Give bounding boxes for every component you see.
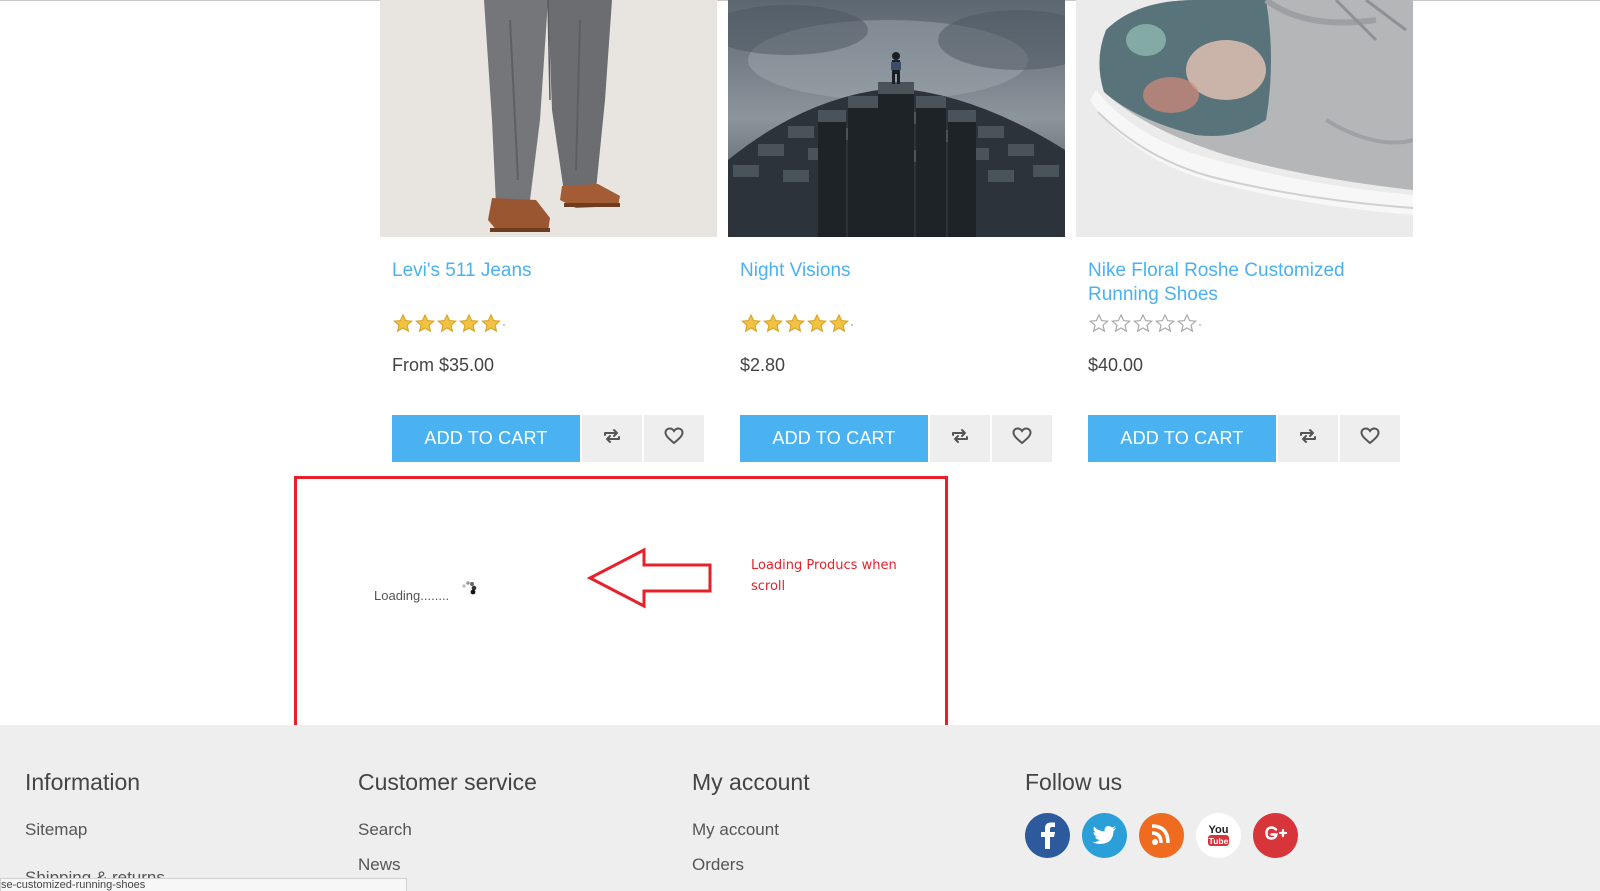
rating-dot xyxy=(851,324,853,326)
star-filled-icon xyxy=(436,313,458,333)
footer-column-title: My account xyxy=(692,769,810,795)
loading-spinner-icon xyxy=(460,580,482,598)
add-to-compare-button[interactable] xyxy=(1278,415,1338,462)
star-filled-icon xyxy=(806,313,828,333)
add-to-compare-button[interactable] xyxy=(582,415,642,462)
product-price: $40.00 xyxy=(1088,355,1144,375)
rating-dot xyxy=(1199,324,1201,326)
footer-link-orders[interactable]: Orders xyxy=(692,855,744,875)
footer-link-my-account[interactable]: My account xyxy=(692,820,779,840)
star-filled-icon xyxy=(828,313,850,333)
footer-column-title: Information xyxy=(25,769,141,795)
twitter-icon[interactable] xyxy=(1082,813,1127,858)
rating-dot xyxy=(503,324,505,326)
star-filled-icon xyxy=(762,313,784,333)
product-title[interactable]: Levi's 511 Jeans xyxy=(392,259,692,283)
footer-link-sitemap[interactable]: Sitemap xyxy=(25,820,87,840)
product-price: From $35.00 xyxy=(392,355,495,375)
star-filled-icon xyxy=(414,313,436,333)
compare-icon xyxy=(950,427,970,450)
product-image-night-visions[interactable] xyxy=(728,0,1065,237)
product-title[interactable]: Night Visions xyxy=(740,259,1040,283)
youtube-label-tube: Tube xyxy=(1209,836,1229,846)
compare-icon xyxy=(1298,427,1318,450)
product-title[interactable]: Nike Floral Roshe Customized Running Sho… xyxy=(1088,259,1388,307)
rating-stars xyxy=(1088,313,1201,333)
star-filled-icon xyxy=(740,313,762,333)
add-to-wishlist-button[interactable] xyxy=(1340,415,1400,462)
heart-icon xyxy=(1360,427,1380,450)
star-empty-icon xyxy=(1176,313,1198,333)
status-bar-url: se-customized-running-shoes xyxy=(0,878,407,891)
rating-stars xyxy=(740,313,853,333)
heart-icon xyxy=(664,427,684,450)
product-image-jeans[interactable] xyxy=(380,0,717,237)
left-arrow-icon xyxy=(586,546,712,610)
star-empty-icon xyxy=(1110,313,1132,333)
annotation-note: Loading Producs when scroll xyxy=(751,558,897,594)
add-to-cart-button[interactable]: ADD TO CART xyxy=(740,415,928,462)
compare-icon xyxy=(602,427,622,450)
facebook-icon[interactable] xyxy=(1025,813,1070,858)
heart-icon xyxy=(1012,427,1032,450)
star-filled-icon xyxy=(480,313,502,333)
footer-column-title: Customer service xyxy=(358,769,537,795)
star-filled-icon xyxy=(784,313,806,333)
product-image-running-shoes[interactable] xyxy=(1076,0,1413,237)
footer-link-search[interactable]: Search xyxy=(358,820,412,840)
page: Levi's 511 Jeans From $35.00 ADD TO CART xyxy=(0,0,1600,891)
star-empty-icon xyxy=(1154,313,1176,333)
star-filled-icon xyxy=(458,313,480,333)
youtube-icon[interactable]: You Tube xyxy=(1196,813,1241,858)
add-to-wishlist-button[interactable] xyxy=(992,415,1052,462)
footer-link-news[interactable]: News xyxy=(358,855,401,875)
product-price: $2.80 xyxy=(740,355,786,375)
star-empty-icon xyxy=(1088,313,1110,333)
add-to-wishlist-button[interactable] xyxy=(644,415,704,462)
youtube-label-you: You xyxy=(1209,824,1229,836)
footer-column-title: Follow us xyxy=(1025,769,1123,795)
footer: Information Sitemap Shipping & returns C… xyxy=(0,725,1600,891)
rating-stars xyxy=(392,313,505,333)
star-empty-icon xyxy=(1132,313,1154,333)
loading-text: Loading........ xyxy=(374,588,450,603)
add-to-cart-button[interactable]: ADD TO CART xyxy=(1088,415,1276,462)
rss-icon[interactable] xyxy=(1139,813,1184,858)
google-plus-icon[interactable] xyxy=(1253,813,1298,858)
add-to-compare-button[interactable] xyxy=(930,415,990,462)
star-filled-icon xyxy=(392,313,414,333)
add-to-cart-button[interactable]: ADD TO CART xyxy=(392,415,580,462)
